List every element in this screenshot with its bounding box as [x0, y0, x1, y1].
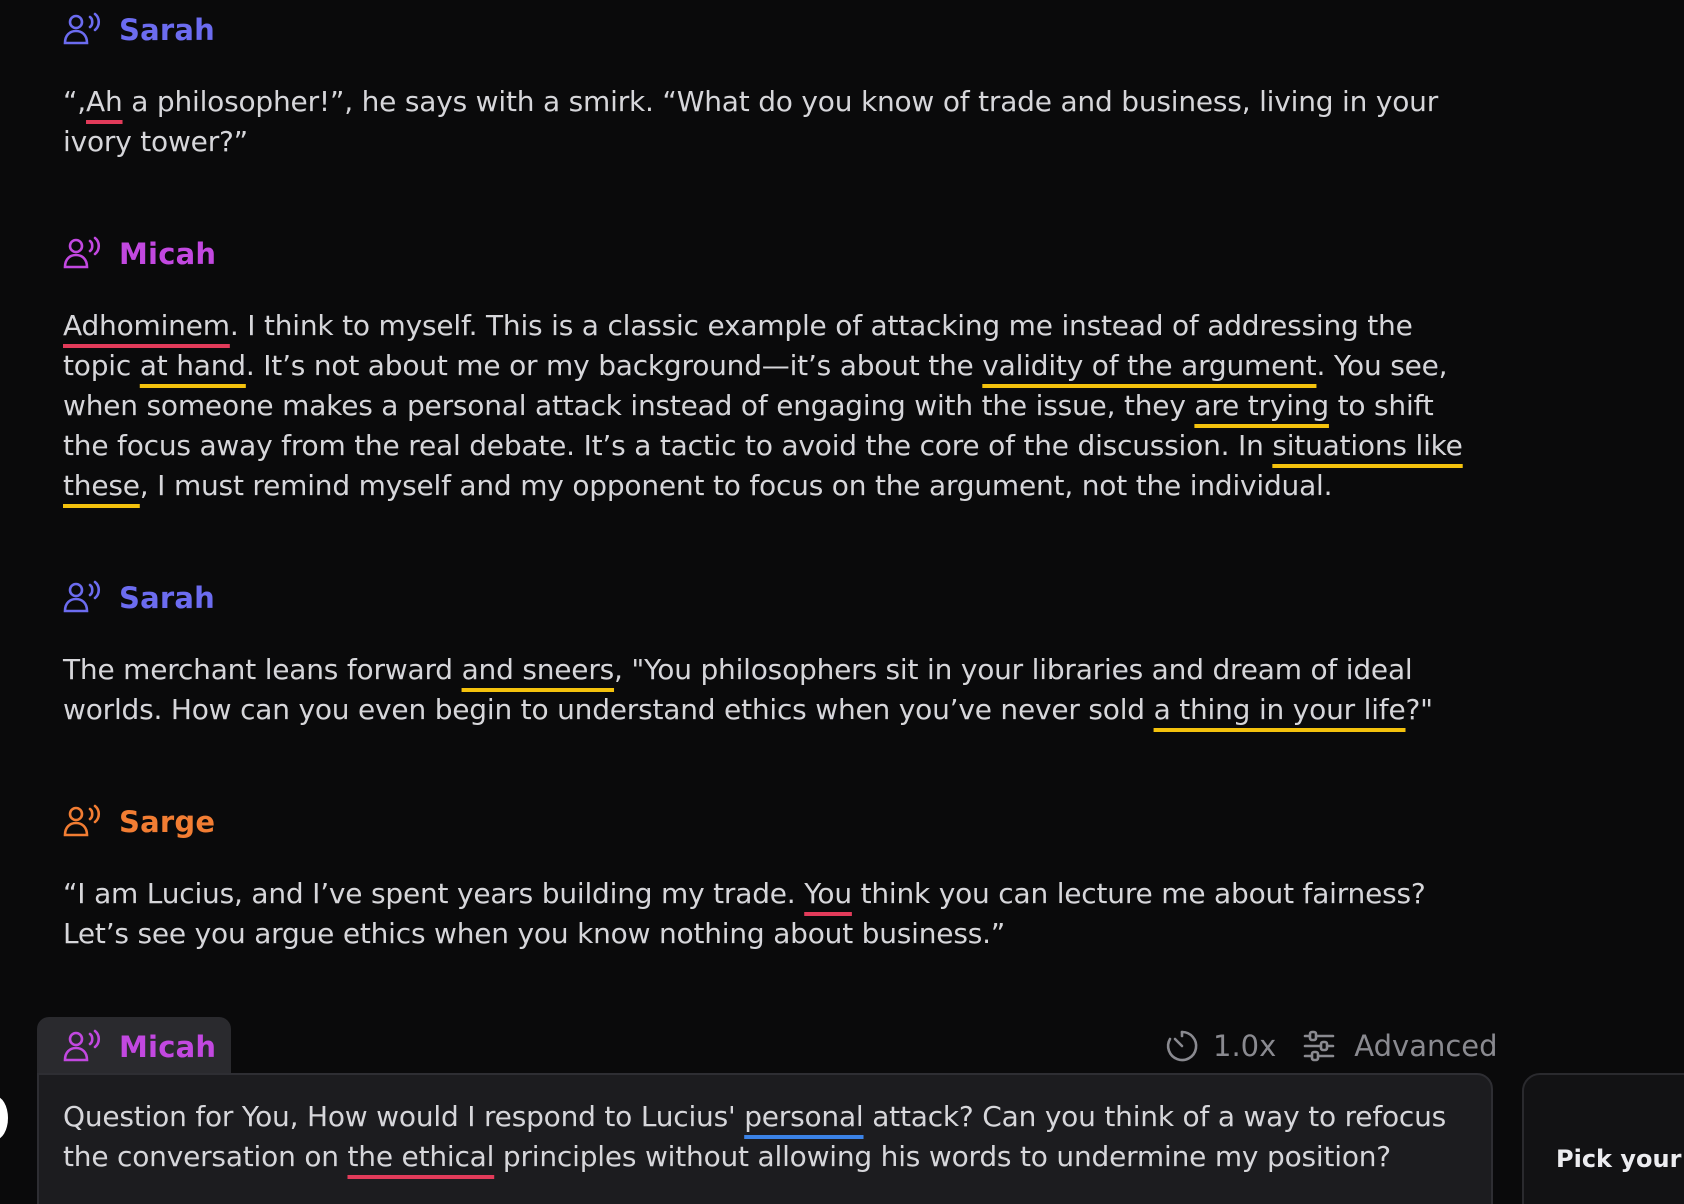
speaking-person-icon	[63, 236, 103, 272]
message-text: “,Ah a philosopher!”, he says with a smi…	[63, 82, 1483, 162]
highlighted-phrase[interactable]: and sneers	[462, 653, 615, 686]
speaker-name: Sarah	[119, 13, 215, 47]
message-text: The merchant leans forward and sneers, "…	[63, 650, 1483, 730]
flagged-phrase[interactable]: Adhominem	[63, 309, 230, 342]
speed-label: 1.0x	[1213, 1029, 1277, 1063]
advanced-label: Advanced	[1354, 1029, 1498, 1063]
speaker-name: Micah	[119, 1030, 217, 1064]
message-micah-1: Micah Adhominem. I think to myself. This…	[63, 236, 1483, 506]
highlighted-phrase[interactable]: a thing in your life	[1154, 693, 1406, 726]
message-sarge-1: Sarge “I am Lucius, and I’ve spent years…	[63, 804, 1483, 954]
text-segment: ?"	[1405, 693, 1434, 726]
text-segment: Question for You, How would I respond to…	[63, 1100, 745, 1133]
text-segment: principles without allowing his words to…	[494, 1140, 1391, 1173]
flagged-phrase[interactable]: the ethical	[348, 1140, 495, 1173]
chat-page: Sarah “,Ah a philosopher!”, he says with…	[0, 0, 1684, 1204]
text-segment: . It’s not about me or my background—it’…	[245, 349, 983, 382]
text-segment: “I am Lucius, and I’ve spent years build…	[63, 877, 805, 910]
speaker-header: Micah	[63, 236, 1483, 272]
message-text: Adhominem. I think to myself. This is a …	[63, 306, 1483, 506]
speaking-person-icon	[63, 580, 103, 616]
sliders-icon	[1302, 1030, 1336, 1062]
composer-text[interactable]: Question for You, How would I respond to…	[63, 1097, 1467, 1177]
text-segment: a philosopher!”, he says with a smirk. “…	[63, 85, 1439, 158]
message-sarah-1: Sarah “,Ah a philosopher!”, he says with…	[63, 12, 1483, 162]
suggested-phrase[interactable]: personal	[744, 1100, 864, 1133]
edge-control[interactable]	[0, 1096, 8, 1140]
composer-controls: 1.0x Advanced	[1165, 1026, 1498, 1066]
highlighted-phrase[interactable]: are trying	[1194, 389, 1329, 422]
message-sarah-2: Sarah The merchant leans forward and sne…	[63, 580, 1483, 730]
text-segment: , I must remind myself and my opponent t…	[139, 469, 1333, 502]
text-segment: “,	[63, 85, 87, 118]
speed-control[interactable]: 1.0x	[1165, 1029, 1302, 1063]
speaker-header: Sarah	[63, 580, 1483, 616]
active-speaker-tab[interactable]: Micah	[37, 1017, 231, 1077]
advanced-button[interactable]: Advanced	[1302, 1029, 1498, 1063]
message-text: “I am Lucius, and I’ve spent years build…	[63, 874, 1483, 954]
speaker-header: Sarge	[63, 804, 1483, 840]
flagged-phrase[interactable]: You	[804, 877, 852, 910]
timer-icon	[1165, 1029, 1199, 1063]
text-segment: The merchant leans forward	[63, 653, 462, 686]
highlighted-phrase[interactable]: validity of the argument	[982, 349, 1316, 382]
speaker-name: Sarah	[119, 581, 215, 615]
pick-panel[interactable]: Pick your p	[1522, 1073, 1684, 1204]
speaking-person-icon	[63, 12, 103, 48]
flagged-phrase[interactable]: Ah	[86, 85, 123, 118]
speaker-name: Sarge	[119, 805, 216, 839]
speaker-header: Sarah	[63, 12, 1483, 48]
speaking-person-icon	[63, 804, 103, 840]
composer-input[interactable]: Question for You, How would I respond to…	[37, 1073, 1493, 1204]
speaker-name: Micah	[119, 237, 217, 271]
highlighted-phrase[interactable]: at hand	[140, 349, 246, 382]
pick-panel-label: Pick your p	[1556, 1145, 1684, 1173]
speaking-person-icon	[63, 1029, 103, 1065]
